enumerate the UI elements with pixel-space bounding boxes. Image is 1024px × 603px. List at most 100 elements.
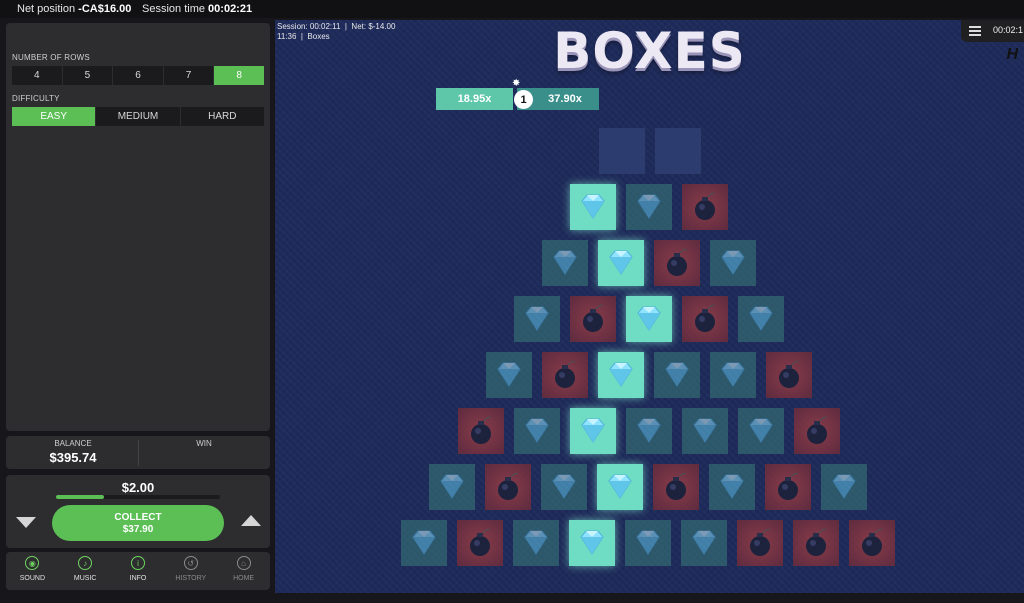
box-tile-gem — [738, 296, 784, 342]
difficulty-label: DIFFICULTY — [12, 94, 60, 103]
box-tile-bomb — [457, 520, 503, 566]
bet-slider[interactable] — [56, 495, 220, 499]
box-tile-gem — [626, 184, 672, 230]
bet-amount: $2.00 — [121, 480, 155, 495]
decrease-bet-arrow-icon[interactable] — [16, 517, 36, 528]
rows-option-7[interactable]: 7 — [164, 66, 215, 85]
sparkle-icon: ✸ — [512, 78, 521, 89]
settings-panel: NUMBER OF ROWS 45678 DIFFICULTY EASY MEDI… — [6, 23, 270, 431]
win-label: WIN — [196, 439, 212, 448]
box-tile-gem — [654, 352, 700, 398]
sound-icon: ◉ — [25, 556, 40, 570]
box-tile-gem — [514, 296, 560, 342]
box-tile-unopened[interactable] — [655, 128, 701, 174]
bottom-nav: ◉ SOUND ♪ MUSIC i INFO ↺ HISTORY ⌂ HOME — [6, 552, 270, 590]
multiplier-left: 18.95x — [436, 88, 513, 110]
nav-label: HISTORY — [175, 575, 207, 582]
difficulty-selector: EASY MEDIUM HARD — [12, 107, 264, 126]
hamburger-icon — [969, 26, 981, 38]
box-tile-bomb — [682, 296, 728, 342]
net-position: Net position -CA$16.00 — [17, 1, 131, 17]
rows-option-5[interactable]: 5 — [63, 66, 114, 85]
top-status-bar: Net position -CA$16.00 Session time 00:0… — [0, 0, 1024, 18]
rows-option-6[interactable]: 6 — [113, 66, 164, 85]
game-logo: BOXES — [553, 22, 746, 80]
box-tile-gem — [513, 520, 559, 566]
balance-box: BALANCE $395.74 — [8, 439, 138, 465]
box-tile-gem — [709, 464, 755, 510]
menu-session-time: 00:02:1 — [993, 25, 1024, 35]
game-board: Session: 00:02:11 | Net: $-14.00 11:36 |… — [275, 20, 1024, 593]
session-time-value: 00:02:21 — [208, 3, 253, 15]
box-tile-picked-gem — [570, 408, 616, 454]
box-tile-gem — [541, 464, 587, 510]
box-tile-bomb — [682, 184, 728, 230]
box-tile-picked-gem — [570, 184, 616, 230]
box-tile-gem — [514, 408, 560, 454]
home-icon: ⌂ — [236, 556, 251, 570]
box-tile-bomb — [542, 352, 588, 398]
box-tile-bomb — [654, 240, 700, 286]
box-tile-gem — [710, 240, 756, 286]
difficulty-option-easy[interactable]: EASY — [12, 107, 97, 126]
collect-button[interactable]: COLLECT $37.90 — [52, 505, 224, 541]
box-tile-gem — [429, 464, 475, 510]
box-tile-bomb — [849, 520, 895, 566]
difficulty-option-hard[interactable]: HARD — [181, 107, 264, 126]
rows-option-4[interactable]: 4 — [12, 66, 63, 85]
box-tile-bomb — [458, 408, 504, 454]
nav-music-button[interactable]: ♪ MUSIC — [59, 552, 112, 590]
win-box: WIN — [139, 439, 269, 450]
session-time: Session time 00:02:21 — [142, 1, 252, 17]
bet-slider-fill — [56, 495, 104, 499]
box-tile-bomb — [793, 520, 839, 566]
nav-label: INFO — [129, 575, 147, 582]
collect-label: COLLECT — [114, 511, 162, 523]
box-tile-bomb — [485, 464, 531, 510]
net-position-label: Net position — [17, 3, 76, 15]
rows-label: NUMBER OF ROWS — [12, 53, 90, 62]
difficulty-option-medium[interactable]: MEDIUM — [96, 107, 181, 126]
nav-label: MUSIC — [73, 575, 97, 582]
brand-mark: H — [1006, 46, 1018, 63]
rows-selector: 45678 — [12, 66, 264, 85]
box-tile-gem — [625, 520, 671, 566]
box-tile-picked-gem — [598, 352, 644, 398]
balance-label: BALANCE — [54, 439, 92, 448]
nav-sound-button[interactable]: ◉ SOUND — [6, 552, 59, 590]
box-tile-bomb — [653, 464, 699, 510]
box-tile-gem — [542, 240, 588, 286]
nav-label: HOME — [233, 575, 255, 582]
box-tile-gem — [682, 408, 728, 454]
nav-label: SOUND — [19, 575, 46, 582]
box-tile-gem — [738, 408, 784, 454]
collect-amount: $37.90 — [122, 523, 154, 535]
box-tile-gem — [681, 520, 727, 566]
balance-panel: BALANCE $395.74 WIN — [6, 436, 270, 469]
box-tile-picked-gem — [597, 464, 643, 510]
nav-info-button[interactable]: i INFO — [112, 552, 165, 590]
info-icon: i — [130, 556, 145, 570]
balance-value: $395.74 — [49, 450, 97, 465]
nav-history-button[interactable]: ↺ HISTORY — [164, 552, 217, 590]
box-tile-picked-gem — [569, 520, 615, 566]
box-tile-gem — [486, 352, 532, 398]
box-tile-gem — [821, 464, 867, 510]
box-tile-unopened[interactable] — [599, 128, 645, 174]
box-tile-bomb — [766, 352, 812, 398]
box-tile-gem — [710, 352, 756, 398]
box-tile-bomb — [794, 408, 840, 454]
music-note-icon: ♪ — [78, 556, 93, 570]
box-tile-picked-gem — [598, 240, 644, 286]
box-tile-picked-gem — [626, 296, 672, 342]
box-tile-gem — [626, 408, 672, 454]
session-time-label: Session time — [142, 3, 205, 15]
history-icon: ↺ — [183, 556, 198, 570]
bet-panel: $2.00 COLLECT $37.90 — [6, 475, 270, 548]
box-tile-bomb — [570, 296, 616, 342]
nav-home-button[interactable]: ⌂ HOME — [217, 552, 270, 590]
menu-button[interactable]: 00:02:1 — [961, 20, 1024, 42]
rows-option-8[interactable]: 8 — [214, 66, 264, 85]
increase-bet-arrow-icon[interactable] — [241, 515, 261, 526]
box-tile-gem — [401, 520, 447, 566]
